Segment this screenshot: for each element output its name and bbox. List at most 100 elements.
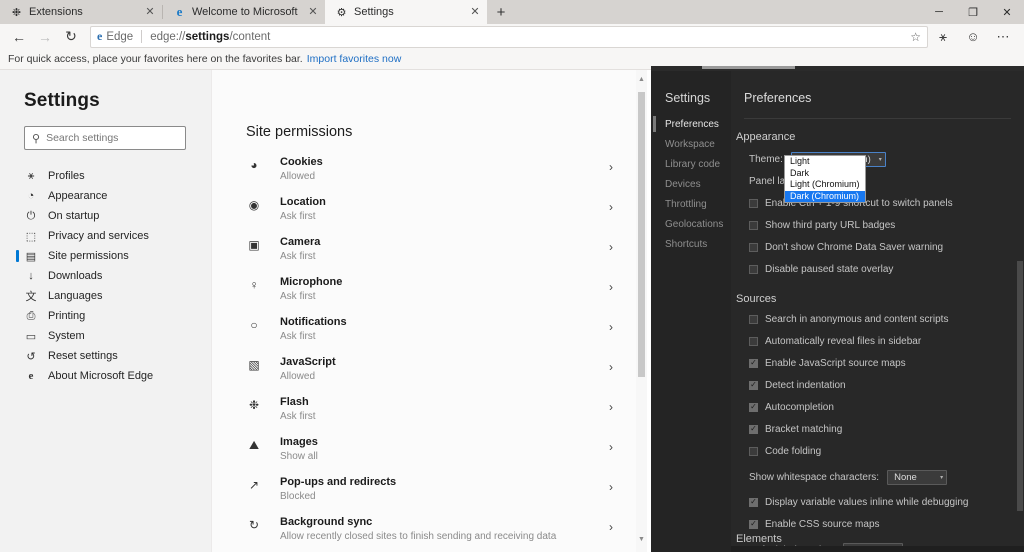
devtools-nav-throttling[interactable]: Throttling [651, 194, 731, 214]
dropdown-option-light-chromium[interactable]: Light (Chromium) [785, 179, 865, 191]
devtools-nav-library-code[interactable]: Library code [651, 154, 731, 174]
new-tab-button[interactable]: + [487, 0, 515, 24]
checkbox[interactable] [749, 220, 758, 230]
close-icon[interactable]: ✕ [469, 6, 481, 18]
devtools-settings-title: Settings [665, 91, 711, 105]
chevron-right-icon[interactable]: › [609, 480, 613, 494]
checkbox[interactable] [749, 264, 758, 274]
chevron-right-icon[interactable]: › [609, 240, 613, 254]
permission-row-camera[interactable]: ▣ Camera Ask first › [212, 236, 647, 276]
theme-dropdown-popup[interactable]: Light Dark Light (Chromium) Dark (Chromi… [784, 155, 866, 203]
scroll-down-icon[interactable]: ▼ [636, 534, 647, 546]
checkbox[interactable]: ✓ [749, 358, 758, 368]
more-options-icon[interactable]: ⋯ [988, 26, 1018, 48]
minimize-button[interactable]: ─ [922, 0, 956, 24]
sidebar-item-privacy-and-services[interactable]: ⬚ Privacy and services [0, 226, 211, 246]
chevron-right-icon[interactable]: › [609, 320, 613, 334]
feedback-icon[interactable]: ☺ [958, 26, 988, 48]
devtools-nav-preferences[interactable]: Preferences [651, 114, 731, 134]
sidebar-item-label: Appearance [48, 190, 108, 202]
permission-status: Ask first [280, 331, 316, 342]
permission-row-images[interactable]: ⛰ Images Show all › [212, 436, 647, 476]
devtools-nav-workspace[interactable]: Workspace [651, 134, 731, 154]
refresh-icon[interactable]: ↻ [58, 26, 84, 48]
import-favorites-link[interactable]: Import favorites now [307, 53, 402, 65]
permission-row-popups-and-redirects[interactable]: ↗ Pop-ups and redirects Blocked › [212, 476, 647, 516]
checkbox-row-disable-paused-overlay[interactable]: Disable paused state overlay [736, 259, 1024, 279]
checkbox[interactable] [749, 336, 758, 346]
checkbox-row-data-saver-warning[interactable]: Don't show Chrome Data Saver warning [736, 237, 1024, 257]
checkbox[interactable] [749, 242, 758, 252]
sidebar-item-languages[interactable]: 文 Languages [0, 286, 211, 306]
browser-tab-welcome[interactable]: e Welcome to Microsoft Edge Dev ✕ [163, 0, 325, 24]
checkbox-row-detect-indentation[interactable]: ✓ Detect indentation [736, 375, 1024, 395]
checkbox[interactable] [749, 446, 758, 456]
content-scrollbar-track[interactable]: ▲ ▼ [636, 70, 647, 552]
sidebar-item-profiles[interactable]: ⚹ Profiles [0, 166, 211, 186]
browser-tab-settings[interactable]: ⚙ Settings ✕ [325, 0, 487, 24]
checkbox-row-display-variable-values[interactable]: ✓ Display variable values inline while de… [736, 492, 1024, 512]
checkbox[interactable]: ✓ [749, 402, 758, 412]
permission-row-notifications[interactable]: ○ Notifications Ask first › [212, 316, 647, 356]
checkbox[interactable]: ✓ [749, 519, 758, 529]
dropdown-option-dark-chromium[interactable]: Dark (Chromium) [785, 190, 865, 202]
maximize-button[interactable]: ❐ [956, 0, 990, 24]
checkbox-row-code-folding[interactable]: Code folding [736, 441, 1024, 461]
checkbox-row-third-party-url-badges[interactable]: Show third party URL badges [736, 215, 1024, 235]
chevron-right-icon[interactable]: › [609, 360, 613, 374]
sidebar-item-appearance[interactable]: ◔ Appearance [0, 186, 211, 206]
search-input[interactable] [46, 132, 178, 144]
sidebar-item-printing[interactable]: ⎙ Printing [0, 306, 211, 326]
devtools-nav-devices[interactable]: Devices [651, 174, 731, 194]
checkbox-row-enable-css-source-maps[interactable]: ✓ Enable CSS source maps [736, 514, 1024, 534]
sidebar-item-about-microsoft-edge[interactable]: e About Microsoft Edge [0, 366, 211, 386]
sidebar-item-reset-settings[interactable]: ↺ Reset settings [0, 346, 211, 366]
checkbox[interactable] [749, 314, 758, 324]
devtools-nav-shortcuts[interactable]: Shortcuts [651, 234, 731, 254]
chevron-right-icon[interactable]: › [609, 280, 613, 294]
search-settings-box[interactable]: ⚲ [24, 126, 186, 150]
permission-row-flash[interactable]: ❉ Flash Ask first › [212, 396, 647, 436]
devtools-pane-title: Preferences [744, 91, 812, 105]
permission-row-cookies[interactable]: ◕ Cookies Allowed › [212, 156, 647, 196]
back-icon[interactable]: ← [6, 26, 32, 48]
chevron-right-icon[interactable]: › [609, 400, 613, 414]
checkbox[interactable]: ✓ [749, 497, 758, 507]
sidebar-item-system[interactable]: ▭ System [0, 326, 211, 346]
close-icon[interactable]: ✕ [144, 6, 156, 18]
permission-row-javascript[interactable]: ▧ JavaScript Allowed › [212, 356, 647, 396]
dropdown-option-dark[interactable]: Dark [785, 168, 865, 180]
chevron-right-icon[interactable]: › [609, 200, 613, 214]
checkbox-row-bracket-matching[interactable]: ✓ Bracket matching [736, 419, 1024, 439]
browser-tab-extensions[interactable]: ❉ Extensions ✕ [0, 0, 162, 24]
scroll-up-icon[interactable]: ▲ [636, 74, 647, 86]
chevron-right-icon[interactable]: › [609, 440, 613, 454]
permission-row-location[interactable]: ◉ Location Ask first › [212, 196, 647, 236]
profile-icon[interactable]: ⚹ [928, 26, 958, 48]
checkbox[interactable] [749, 198, 758, 208]
favorite-star-icon[interactable]: ☆ [910, 30, 921, 44]
checkbox-row-search-anonymous-scripts[interactable]: Search in anonymous and content scripts [736, 309, 1024, 329]
chevron-right-icon[interactable]: › [609, 160, 613, 174]
close-icon[interactable]: ✕ [307, 6, 319, 18]
forward-icon[interactable]: → [32, 26, 58, 48]
checkbox[interactable]: ✓ [749, 424, 758, 434]
sidebar-item-downloads[interactable]: ↓ Downloads [0, 266, 211, 286]
chevron-right-icon[interactable]: › [609, 520, 613, 534]
dropdown-option-light[interactable]: Light [785, 156, 865, 168]
address-bar[interactable]: e Edge edge://settings/content ☆ [90, 25, 928, 48]
checkbox-row-auto-reveal-files[interactable]: Automatically reveal files in sidebar [736, 331, 1024, 351]
sidebar-item-site-permissions[interactable]: ▤ Site permissions [0, 246, 211, 266]
content-scrollbar-thumb[interactable] [638, 92, 645, 377]
checkbox-row-enable-js-source-maps[interactable]: ✓ Enable JavaScript source maps [736, 353, 1024, 373]
devtools-nav-geolocations[interactable]: Geolocations [651, 214, 731, 234]
devtools-scrollbar-thumb[interactable] [1017, 261, 1023, 511]
permission-row-microphone[interactable]: ♀ Microphone Ask first › [212, 276, 647, 316]
checkbox[interactable]: ✓ [749, 380, 758, 390]
permission-row-background-sync[interactable]: ↻ Background sync Allow recently closed s… [212, 516, 647, 552]
checkbox-row-autocompletion[interactable]: ✓ Autocompletion [736, 397, 1024, 417]
whitespace-select[interactable]: None ▾ [887, 469, 948, 485]
window-close-button[interactable]: ✕ [990, 0, 1024, 24]
checkbox-row-enable-shortcut[interactable]: Enable Ctrl + 1-9 shortcut to switch pan… [736, 193, 1024, 213]
sidebar-item-on-startup[interactable]: ⏻ On startup [0, 206, 211, 226]
